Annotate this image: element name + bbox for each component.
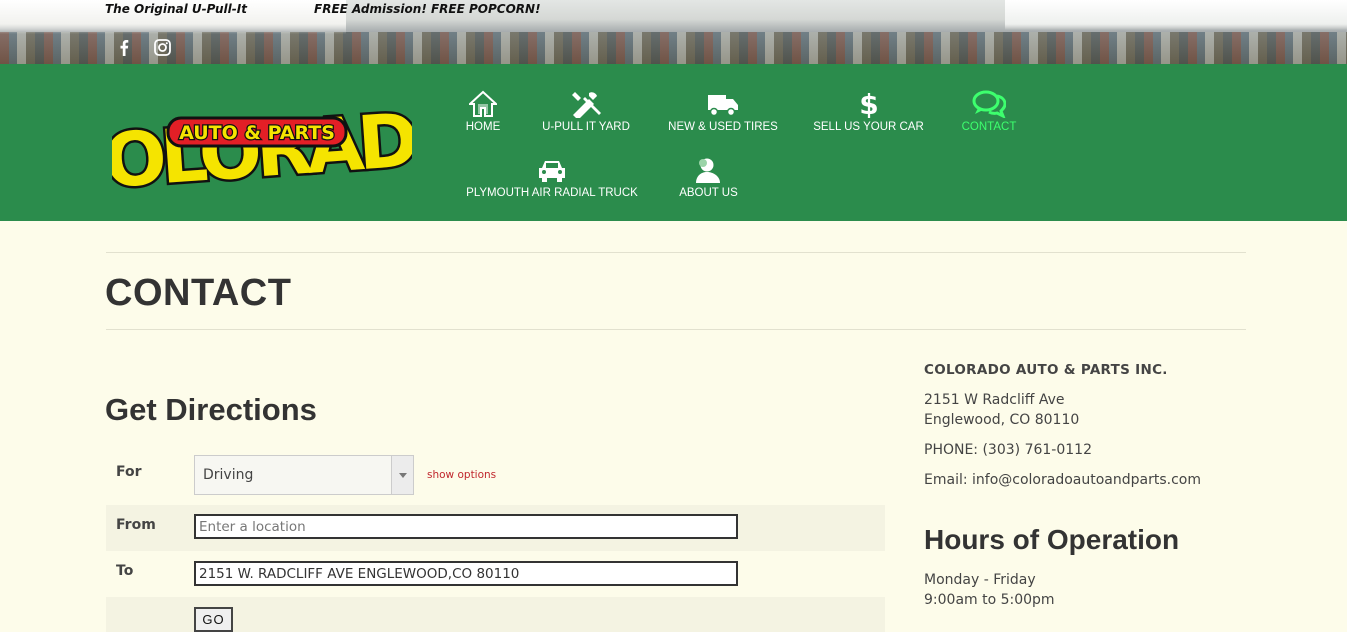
phone-text: PHONE: (303) 761-0112 bbox=[924, 442, 1092, 458]
directions-title: Get Directions bbox=[105, 392, 317, 427]
divider bbox=[106, 329, 1246, 330]
junkyard-photo bbox=[0, 32, 1347, 64]
travel-mode-value: Driving bbox=[203, 467, 254, 483]
from-label: From bbox=[116, 517, 156, 533]
home-icon bbox=[469, 88, 497, 118]
email-text: Email: info@coloradoautoandparts.com bbox=[924, 472, 1201, 488]
nav-contact[interactable]: CONTACT bbox=[961, 88, 1017, 133]
divider bbox=[106, 252, 1246, 253]
nav-about-us[interactable]: ABOUT US bbox=[679, 154, 738, 199]
dollar-icon: $ bbox=[859, 88, 879, 118]
truck-icon bbox=[707, 88, 739, 118]
svg-text:$: $ bbox=[859, 88, 878, 118]
instagram-icon[interactable] bbox=[153, 38, 171, 56]
hours-time: 9:00am to 5:00pm bbox=[924, 592, 1055, 608]
nav-home[interactable]: HOME bbox=[465, 88, 501, 133]
address-line-2: Englewood, CO 80110 bbox=[924, 412, 1080, 428]
facebook-icon[interactable] bbox=[115, 38, 133, 56]
site-logo[interactable]: COLORADO AUTO & PARTS bbox=[50, 80, 478, 211]
person-icon bbox=[695, 154, 723, 184]
top-banner: The Original U-Pull-It FREE Admission! F… bbox=[0, 0, 1347, 64]
company-name: COLORADO AUTO & PARTS INC. bbox=[924, 362, 1168, 378]
address-line-1: 2151 W Radcliff Ave bbox=[924, 392, 1065, 408]
nav-plymouth-air-radial-truck[interactable]: PLYMOUTH AIR RADIAL TRUCK bbox=[465, 154, 639, 199]
car-icon bbox=[537, 154, 567, 184]
hours-title: Hours of Operation bbox=[924, 524, 1180, 555]
chat-icon bbox=[972, 88, 1006, 118]
show-options-link[interactable]: show options bbox=[427, 469, 496, 481]
site-header: COLORADO AUTO & PARTS HOME U-PULL IT YAR… bbox=[0, 64, 1347, 221]
to-label: To bbox=[116, 563, 134, 579]
for-label: For bbox=[116, 464, 142, 480]
tagline: The Original U-Pull-It bbox=[105, 2, 247, 16]
tools-icon bbox=[569, 88, 603, 118]
nav-sell-us-your-car[interactable]: $ SELL US YOUR CAR bbox=[813, 88, 924, 133]
page-title: CONTACT bbox=[105, 272, 292, 314]
go-button[interactable]: GO bbox=[194, 607, 233, 632]
hours-days: Monday - Friday bbox=[924, 572, 1036, 588]
to-location-input[interactable]: 2151 W. RADCLIFF AVE ENGLEWOOD,CO 80110 bbox=[194, 561, 738, 586]
nav-u-pull-it-yard[interactable]: U-PULL IT YARD bbox=[541, 88, 631, 133]
from-location-input[interactable]: Enter a location bbox=[194, 514, 738, 539]
travel-mode-select[interactable]: Driving bbox=[194, 455, 414, 495]
chevron-down-icon bbox=[391, 456, 413, 494]
svg-text:AUTO & PARTS: AUTO & PARTS bbox=[179, 122, 335, 144]
promo-text: FREE Admission! FREE POPCORN! bbox=[314, 2, 541, 16]
nav-new-used-tires[interactable]: NEW & USED TIRES bbox=[668, 88, 778, 133]
